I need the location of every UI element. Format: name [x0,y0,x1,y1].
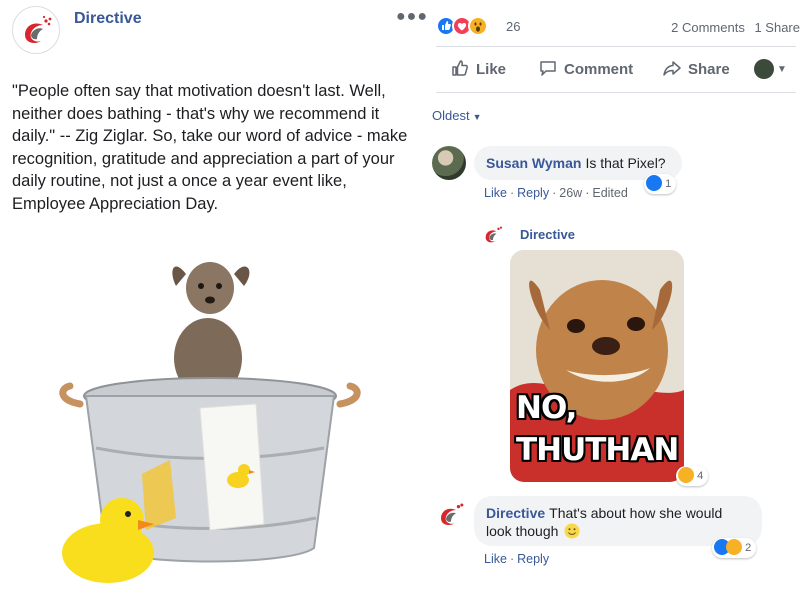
comment-reactions[interactable]: 2 [712,538,757,558]
comment-sort-dropdown[interactable]: Oldest ▼ [432,108,482,123]
meme-caption-line1: NO, [516,390,577,426]
comment-like-link[interactable]: Like [484,186,507,200]
like-label: Like [476,61,507,78]
meme-image[interactable]: NO, THUTHAN [510,250,684,482]
reactions-count[interactable]: 26 [506,19,520,34]
comment-meta: Like · Reply · 26w · Edited [484,186,628,200]
engagement-panel: 26 2 Comments 1 Share Like Comment Share… [424,0,800,600]
comment-text: Is that Pixel? [585,155,666,171]
meme-reactions[interactable]: 4 [676,466,709,486]
thumbs-up-icon [452,60,468,76]
reaction-count: 2 [745,542,752,554]
share-icon [663,61,681,76]
reaction-count: 1 [665,178,672,190]
smile-emoji-icon [564,523,580,539]
chevron-down-icon: ▼ [472,112,482,122]
wow-icon [468,16,488,36]
reaction-count: 4 [697,470,704,482]
dog-in-bathtub-photo[interactable] [50,248,380,588]
engagement-counts: 2 Comments 1 Share [665,20,800,35]
post-text: "People often say that motivation doesn'… [12,82,408,213]
meme-caption-line2: THUTHAN [516,432,679,468]
sort-label: Oldest [432,108,470,123]
share-button[interactable]: Share [662,58,730,78]
like-icon [646,175,662,191]
comment-reply-link[interactable]: Reply [517,552,549,566]
comment-author[interactable]: Directive [486,505,545,521]
comment-icon [540,61,556,76]
comment-edited[interactable]: Edited [592,186,627,200]
post-as-selector[interactable]: ▼ [754,59,787,79]
post-card: Directive ●●● "People often say that mot… [0,0,427,600]
dog-head [186,262,234,314]
page-name[interactable]: Directive [74,10,142,28]
divider [436,92,796,93]
post-actions: Like Comment Share ▼ [436,50,800,90]
page-avatar[interactable] [12,6,60,54]
comment-reactions[interactable]: 1 [644,174,677,194]
post-header: Directive ●●● [12,6,427,54]
chevron-down-icon: ▼ [777,63,787,75]
comment-author[interactable]: Susan Wyman [486,155,581,171]
reply-author[interactable]: Directive [520,227,575,242]
commenter-avatar[interactable] [432,146,466,180]
comment-button[interactable]: Comment [538,58,633,78]
divider [436,46,796,47]
reactions-bar: 26 2 Comments 1 Share [436,16,800,38]
haha-icon [678,467,694,483]
directive-logo-icon [25,15,52,43]
comment-meta: Like · Reply [484,552,550,566]
directive-logo-icon[interactable] [436,500,466,530]
directive-logo-icon[interactable] [482,224,504,246]
like-button[interactable]: Like [450,58,506,78]
share-label: Share [688,61,730,78]
shares-count[interactable]: 1 Share [754,20,800,35]
comment-label: Comment [564,61,634,78]
comment-time[interactable]: 26w [559,186,582,200]
comment-like-link[interactable]: Like [484,552,507,566]
comments-count[interactable]: 2 Comments [671,20,745,35]
comment-reply-link[interactable]: Reply [517,186,549,200]
haha-icon [726,539,742,555]
avatar [754,59,774,79]
